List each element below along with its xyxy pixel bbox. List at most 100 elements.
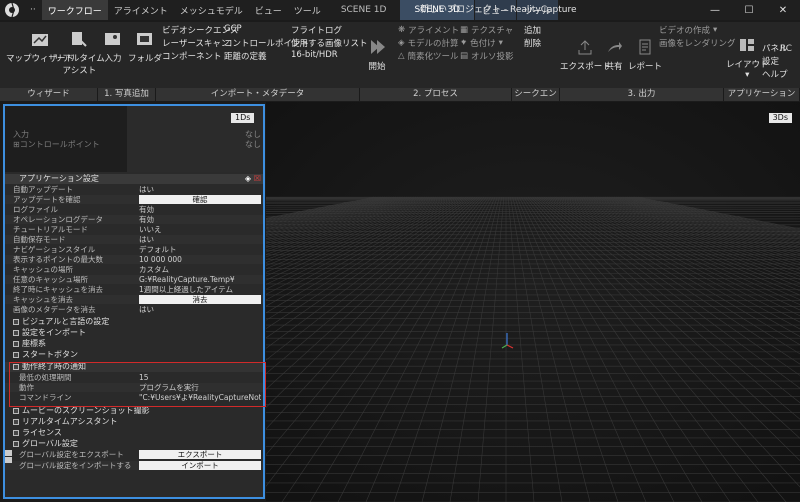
flight-log-item[interactable]: フライトログ: [291, 24, 342, 36]
share-button[interactable]: 共有: [603, 36, 625, 72]
inputs-icon: [102, 28, 124, 50]
group-visual-language[interactable]: ビジュアルと言語の設定: [5, 317, 263, 327]
expand-icon[interactable]: ⊞: [13, 140, 20, 149]
group-label-import: インポート・メタデータ: [156, 88, 360, 101]
realtime-assist-button[interactable]: リアルタイム アシスト: [54, 28, 105, 76]
compute-model-item[interactable]: ◈ モデルの計算 ▾: [398, 37, 466, 49]
inputs-label: 入力: [104, 54, 122, 64]
menu-tab-workflow[interactable]: ワークフロー: [41, 0, 108, 20]
scroll-up-icon[interactable]: [5, 450, 12, 456]
panel-3ds-badge[interactable]: 3Ds: [768, 113, 792, 123]
close-icon[interactable]: ✕: [766, 0, 800, 20]
distance-def-item[interactable]: 距離の定義: [224, 50, 267, 62]
prop-value[interactable]: いいえ: [139, 225, 162, 234]
close-icon[interactable]: ☒: [254, 174, 261, 184]
gcp-item[interactable]: GCP: [224, 24, 242, 34]
check-update-button[interactable]: 確認: [139, 195, 261, 204]
prop-value[interactable]: はい: [139, 305, 154, 314]
prop-key: 自動アップデート: [13, 185, 73, 194]
panel-1ds-badge[interactable]: 1Ds: [231, 113, 255, 123]
maximize-icon[interactable]: ☐: [732, 0, 766, 20]
chevron-down-icon: ▾: [745, 70, 750, 80]
prop-key: グローバル設定をインポートする: [19, 461, 132, 470]
settings-item[interactable]: 設定: [762, 55, 779, 67]
colorize-label: 色付け: [470, 39, 496, 49]
group-license[interactable]: ライセンス: [5, 428, 263, 438]
sequence-delete-item[interactable]: 削除: [524, 37, 541, 49]
group-label-process: 2. プロセス: [360, 88, 512, 101]
prop-key: ナビゲーションスタイル: [13, 245, 96, 254]
laser-scan-item[interactable]: レーザースキャン: [162, 37, 229, 49]
tab-dots[interactable]: ··: [24, 0, 42, 20]
ortho-item[interactable]: ▤ オルソ投影: [460, 50, 514, 62]
render-image-label: 画像をレンダリング: [659, 39, 736, 49]
group-coordinate-system[interactable]: 座標系: [5, 339, 263, 349]
scene-1d-tab[interactable]: SCENE 1D: [327, 0, 401, 20]
expand-icon[interactable]: [13, 319, 19, 325]
app-settings-header[interactable]: アプリケーション設定 ◈ ☒: [5, 174, 263, 184]
prop-value[interactable]: G:¥RealityCapture.Temp¥: [139, 275, 235, 284]
hdr-item[interactable]: 16-bit/HDR: [291, 50, 338, 60]
minimize-icon[interactable]: —: [698, 0, 732, 20]
prop-value[interactable]: 有効: [139, 205, 154, 214]
prop-value[interactable]: 10 000 000: [139, 255, 182, 264]
prop-value[interactable]: 有効: [139, 215, 154, 224]
folder-button[interactable]: フォルダ: [128, 28, 162, 64]
group-realtime-assistant[interactable]: リアルタイムアシスタント: [5, 417, 263, 427]
expand-icon[interactable]: [13, 330, 19, 336]
prop-value[interactable]: はい: [139, 235, 154, 244]
expand-icon[interactable]: [13, 341, 19, 347]
menu-tab-view[interactable]: ビュー: [249, 0, 288, 20]
texture-label: テクスチャ: [471, 26, 514, 36]
prop-auto-update: 自動アップデート はい: [5, 185, 263, 194]
align-item[interactable]: ❋ アライメント: [398, 24, 459, 36]
menu-tab-alignment[interactable]: アライメント: [108, 0, 174, 20]
hdr-label: 16-bit/HDR: [291, 50, 338, 60]
folder-icon: [134, 28, 156, 50]
prop-tutorial-mode: チュートリアルモード いいえ: [5, 225, 263, 234]
export-global-button[interactable]: エクスポート: [139, 450, 261, 459]
expand-icon[interactable]: [13, 352, 19, 358]
report-button[interactable]: レポート: [628, 36, 662, 72]
prop-value[interactable]: はい: [139, 185, 154, 194]
prop-value[interactable]: カスタム: [139, 265, 169, 274]
app-logo-icon[interactable]: [0, 0, 24, 20]
simplify-item[interactable]: △ 簡素化ツール: [398, 50, 459, 62]
texture-item[interactable]: ▦ テクスチャ: [460, 24, 513, 36]
menu-tab-mesh-model[interactable]: メッシュモデル: [174, 0, 249, 20]
group-movie-screenshot[interactable]: ムービーのスクリーンショット撮影: [5, 406, 263, 416]
sequence-add-item[interactable]: 追加: [524, 24, 541, 36]
viewport-3ds[interactable]: 3Ds: [266, 102, 800, 502]
menu-tab-tools[interactable]: ツール: [288, 0, 327, 20]
window-title: 新しいプロジェクト - RealityCapture: [420, 5, 577, 15]
import-global-button[interactable]: インポート: [139, 461, 261, 470]
help-label: ヘルプ: [762, 70, 788, 80]
tree-item-control-points[interactable]: ⊞コントロールポイント: [13, 139, 100, 150]
panel-item[interactable]: パネル: [762, 42, 788, 54]
pin-icon[interactable]: ◈: [245, 174, 251, 184]
start-button[interactable]: 開始: [366, 36, 388, 72]
group-global-settings[interactable]: グローバル設定: [5, 439, 263, 449]
used-images-item[interactable]: 使用する画像リスト: [291, 37, 368, 49]
expand-icon[interactable]: [13, 408, 19, 414]
inputs-button[interactable]: 入力: [102, 28, 124, 64]
make-video-item[interactable]: ビデオの作成 ▾: [659, 24, 717, 36]
group-label-application: アプリケーション: [724, 88, 800, 101]
help-item[interactable]: ヘルプ: [762, 68, 788, 80]
component-item[interactable]: コンポーネント: [162, 50, 222, 62]
group-label: ムービーのスクリーンショット撮影: [22, 406, 150, 415]
prop-value[interactable]: デフォルト: [139, 245, 177, 254]
colorize-item[interactable]: ✦ 色付け ▾: [460, 37, 503, 49]
group-import-settings[interactable]: 設定をインポート: [5, 328, 263, 338]
prop-value[interactable]: 1週間以上経過したアイテム: [139, 285, 233, 294]
group-start-button[interactable]: スタートボタン: [5, 350, 263, 360]
group-label-sequence: シークエンス: [512, 88, 560, 112]
render-image-item[interactable]: 画像をレンダリング: [659, 37, 736, 49]
ortho-label: オルソ投影: [471, 52, 514, 62]
expand-icon[interactable]: [13, 430, 19, 436]
clear-cache-button[interactable]: 消去: [139, 295, 261, 304]
expand-icon[interactable]: [13, 419, 19, 425]
scroll-down-icon[interactable]: [5, 457, 12, 463]
distance-def-label: 距離の定義: [224, 52, 267, 62]
collapse-icon[interactable]: [13, 441, 19, 447]
